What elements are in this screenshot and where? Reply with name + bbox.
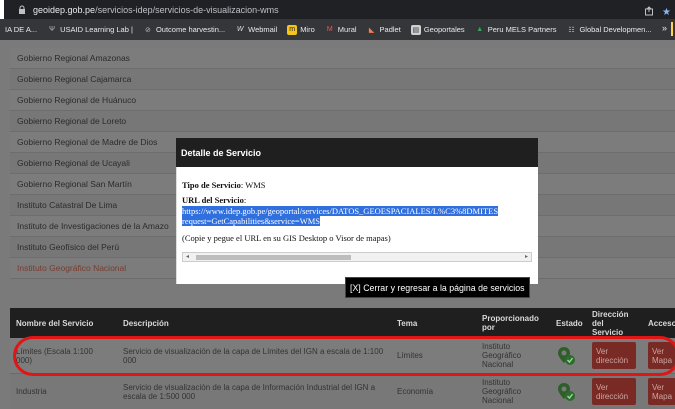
bookmark-item[interactable]: M Mural <box>320 25 362 35</box>
status-cell <box>550 338 586 373</box>
bookmarks-more-button[interactable]: » <box>662 23 667 33</box>
star-icon[interactable]: ★ <box>662 7 671 18</box>
service-detail-modal: Detalle de Servicio Tipo de Servicio: WM… <box>176 138 538 284</box>
bookmarks-bar: IA DE A... Ψ USAID Learning Lab | ⊘ Outcom… <box>0 19 675 40</box>
scroll-right-icon[interactable]: ▸ <box>525 253 528 260</box>
direction-cell: Ver dirección <box>586 338 642 373</box>
folder-icon[interactable] <box>671 22 673 36</box>
service-type-line: Tipo de Servicio: WMS <box>182 180 266 190</box>
circle-slash-icon: ⊘ <box>145 26 151 34</box>
ver-mapa-button[interactable]: Ver Mapa <box>648 342 675 369</box>
access-cell: Ver Mapa <box>642 374 675 409</box>
close-modal-button[interactable]: [X] Cerrar y regresar a la página de ser… <box>345 277 530 298</box>
horizontal-scrollbar[interactable]: ◂ ▸ <box>182 252 532 262</box>
column-header: Descripción <box>123 318 169 328</box>
miro-icon: m <box>287 24 298 35</box>
service-url-text[interactable]: https://www.idep.gob.pe/geoportal/servic… <box>182 206 499 216</box>
service-description: Servicio de visualización de la capa de … <box>123 382 376 401</box>
column-header: Estado <box>556 318 583 328</box>
list-item[interactable]: Gobierno Regional Cajamarca <box>10 69 675 90</box>
service-url-label: URL del Servicio <box>182 195 244 205</box>
service-name: Límites (Escala 1:100 000) <box>16 346 93 365</box>
status-cell <box>550 374 586 409</box>
usaid-icon: Ψ <box>49 26 56 33</box>
service-provider: Instituto Geográfico Nacional <box>482 342 522 369</box>
url-path: /servicios-idep/servicios-de-visualizaci… <box>95 4 279 15</box>
bookmark-label: Peru MELS Partners <box>487 25 557 34</box>
column-header: Proporcionado por <box>482 314 539 332</box>
lock-icon <box>18 5 27 15</box>
modal-title: Detalle de Servicio <box>176 138 538 167</box>
bookmark-label: Global Developmen... <box>579 25 652 34</box>
bookmark-label: Outcome harvestin... <box>155 25 226 34</box>
service-description: Servicio de visualización de la capa de … <box>123 346 384 365</box>
bookmark-label: Padlet <box>379 25 401 34</box>
bookmark-label: Geoportales <box>423 25 465 34</box>
column-header: Tema <box>397 318 418 328</box>
copy-hint: (Copie y pegue el URL en su GIS Desktop … <box>182 233 391 243</box>
column-header: Acceso <box>648 318 675 328</box>
direction-cell: Ver dirección <box>586 374 642 409</box>
bookmark-label: Mural <box>337 25 357 34</box>
bookmark-item[interactable]: ▲ Peru MELS Partners <box>470 25 562 35</box>
status-check-icon <box>556 346 576 366</box>
padlet-icon: ◣ <box>368 26 375 34</box>
tab-edge <box>0 0 4 19</box>
list-item[interactable]: Gobierno Regional Amazonas <box>10 48 675 69</box>
drive-icon: ▲ <box>476 26 484 33</box>
bookmark-item[interactable]: ◣ Padlet <box>362 25 406 35</box>
bookmark-label: Miro <box>300 25 315 34</box>
bookmark-item[interactable]: W Webmail <box>230 25 282 35</box>
url-host: geoidep.gob.pe <box>33 4 96 15</box>
bookmark-item[interactable]: m Miro <box>282 24 320 35</box>
list-item[interactable]: Gobierno Regional de Loreto <box>10 111 675 132</box>
service-type-label: Tipo de Servicio <box>182 180 241 190</box>
list-item[interactable]: Gobierno Regional de Huánuco <box>10 90 675 111</box>
ver-direccion-button[interactable]: Ver dirección <box>592 378 636 405</box>
column-header: Dirección del Servicio <box>592 309 629 337</box>
ver-direccion-button[interactable]: Ver dirección <box>592 342 636 369</box>
column-header: Nombre del Servicio <box>16 318 94 328</box>
access-cell: Ver Mapa <box>642 338 675 373</box>
table-row: Industria Servicio de visualización de l… <box>10 374 675 409</box>
global-dev-icon: ☷ <box>568 26 575 34</box>
table-header: Nombre del Servicio Descripción Tema Pro… <box>10 308 675 338</box>
service-tema: Límites <box>397 351 423 360</box>
service-provider: Instituto Geográfico Nacional <box>482 378 522 405</box>
geoportales-icon: ▤ <box>410 24 421 35</box>
bookmark-item[interactable]: Ψ USAID Learning Lab | <box>42 25 138 35</box>
scroll-thumb[interactable] <box>196 255 351 260</box>
service-tema: Economía <box>397 387 434 396</box>
modal-body: Tipo de Servicio: WMS URL del Servicio : … <box>176 167 538 284</box>
mural-icon: M <box>326 26 333 33</box>
page: geoidep.gob.pe/servicios-idep/servicios-… <box>0 0 675 409</box>
url-text[interactable]: geoidep.gob.pe/servicios-idep/servicios-… <box>33 5 279 15</box>
service-url-line: URL del Servicio: <box>182 195 246 205</box>
ver-mapa-button[interactable]: Ver Mapa <box>648 378 675 405</box>
webmail-icon: W <box>236 26 244 33</box>
table-row: Límites (Escala 1:100 000) Servicio de v… <box>10 338 675 374</box>
bookmark-item[interactable]: ⊘ Outcome harvestin... <box>138 25 230 35</box>
bookmark-item[interactable]: IA DE A... <box>0 25 42 34</box>
bookmark-item[interactable]: ☷ Global Developmen... <box>561 25 656 35</box>
service-type-value: : WMS <box>240 180 266 190</box>
bookmark-label: Webmail <box>248 25 278 34</box>
address-bar[interactable]: geoidep.gob.pe/servicios-idep/servicios-… <box>0 0 675 19</box>
service-url-text-2[interactable]: request=GetCapabilities&service=WMS <box>182 216 320 226</box>
service-url-colon: : <box>243 195 247 205</box>
scroll-left-icon[interactable]: ◂ <box>186 253 189 260</box>
bookmark-label: IA DE A... <box>5 25 38 34</box>
bookmark-item[interactable]: ▤ Geoportales <box>406 24 470 35</box>
status-check-icon <box>556 382 576 402</box>
service-name: Industria <box>16 387 47 396</box>
bookmark-label: USAID Learning Lab | <box>60 25 133 34</box>
services-table: Nombre del Servicio Descripción Tema Pro… <box>10 308 675 409</box>
